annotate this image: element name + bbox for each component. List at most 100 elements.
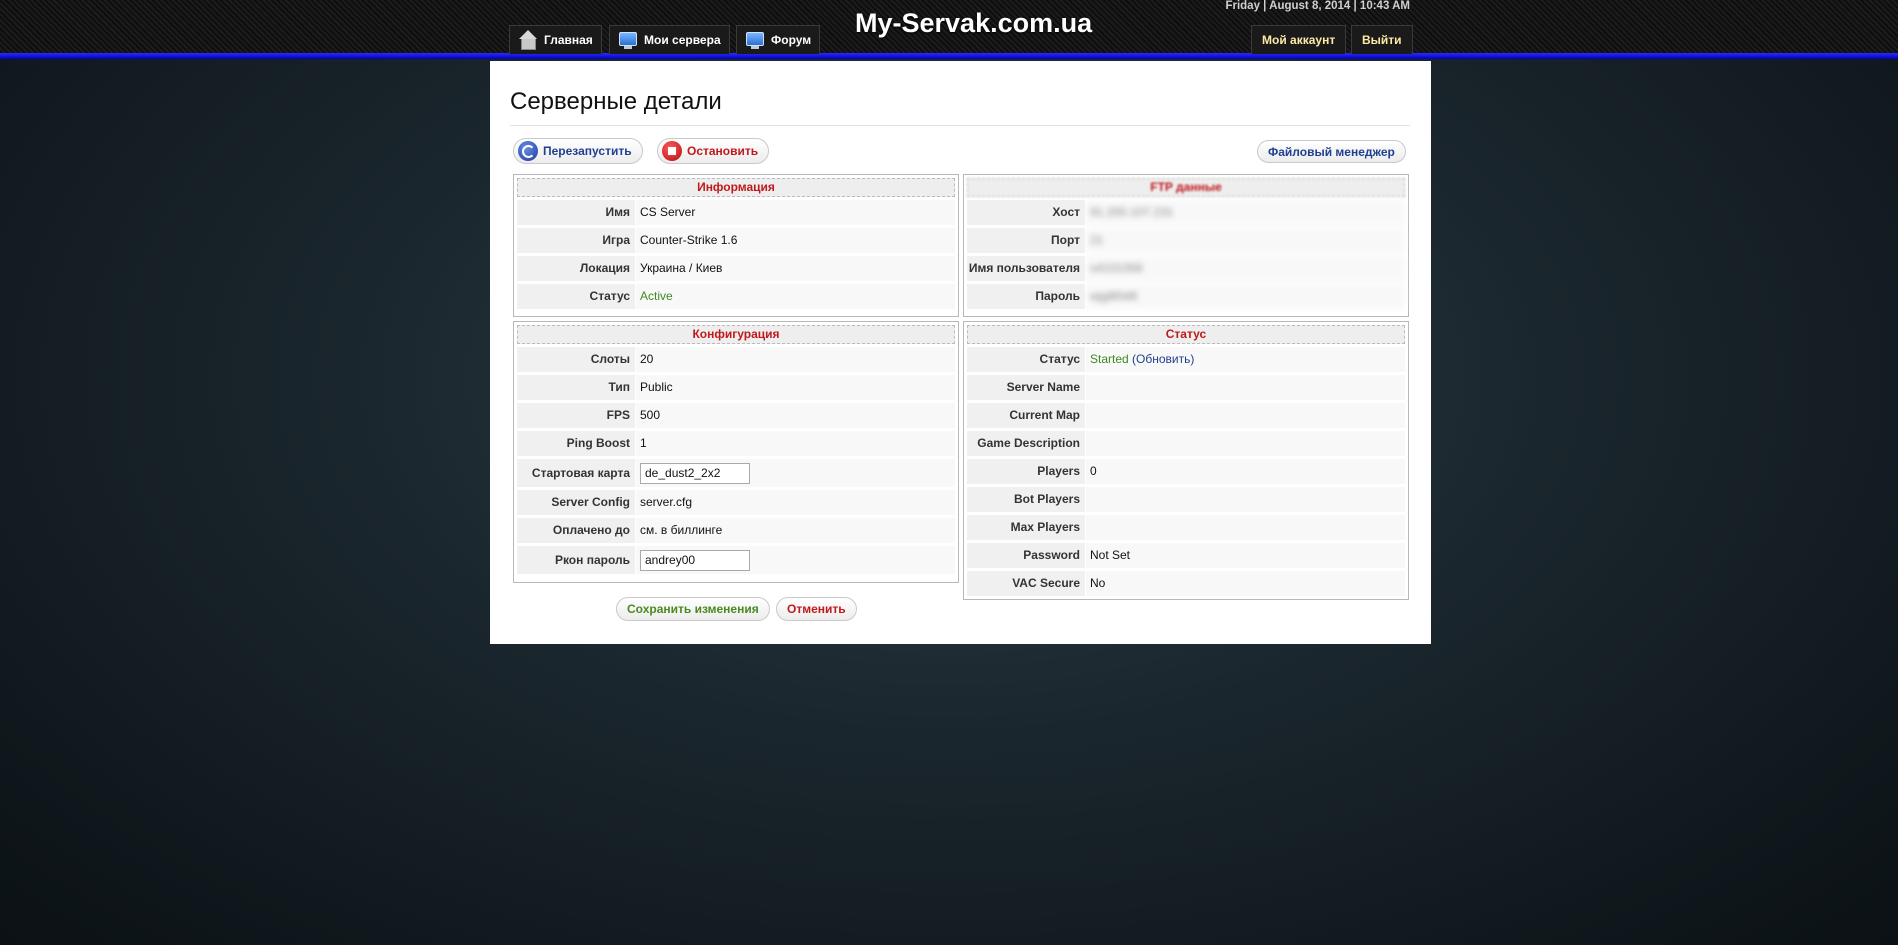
- info-location-label: Локация: [517, 256, 635, 281]
- nav-home-button[interactable]: Главная: [509, 25, 602, 54]
- site-title[interactable]: My-Servak.com.ua: [855, 8, 1092, 39]
- status-refresh-link[interactable]: (Обновить): [1132, 352, 1194, 366]
- info-row-location: Локация Украина / Киев: [517, 256, 955, 281]
- info-game-label: Игра: [517, 228, 635, 253]
- config-start-map-cell: [636, 459, 955, 487]
- status-row-players: Players 0: [967, 459, 1405, 484]
- status-state-label: Статус: [967, 347, 1085, 372]
- config-heading: Конфигурация: [517, 325, 955, 344]
- ftp-box: FTP данные Хост 91.200.107.231 Порт 21 И…: [963, 174, 1409, 317]
- ftp-password-label: Пароль: [967, 284, 1085, 309]
- status-heading: Статус: [967, 325, 1405, 344]
- nav-home-label: Главная: [544, 33, 593, 47]
- page-title: Серверные детали: [510, 88, 722, 115]
- refresh-icon: [518, 141, 538, 161]
- config-fps-label: FPS: [517, 403, 635, 428]
- info-status-value: Active: [636, 284, 955, 309]
- header-divider: [0, 53, 1898, 59]
- status-game-description-value: [1086, 431, 1405, 456]
- nav-my-servers-label: Мои сервера: [644, 33, 721, 47]
- status-row-server-name: Server Name: [967, 375, 1405, 400]
- status-current-map-label: Current Map: [967, 403, 1085, 428]
- cancel-button[interactable]: Отменить: [776, 597, 857, 621]
- status-max-players-value: [1086, 515, 1405, 540]
- status-row-password: Password Not Set: [967, 543, 1405, 568]
- monitor-icon: [618, 30, 638, 50]
- config-row-server-config: Server Config server.cfg: [517, 490, 955, 515]
- status-server-name-label: Server Name: [967, 375, 1085, 400]
- ftp-row-port: Порт 21: [967, 228, 1405, 253]
- stop-button[interactable]: Остановить: [657, 138, 770, 164]
- info-row-status: Статус Active: [517, 284, 955, 309]
- config-slots-value: 20: [636, 347, 955, 372]
- ftp-port-value: 21: [1086, 228, 1405, 253]
- status-max-players-label: Max Players: [967, 515, 1085, 540]
- server-details-panel: Серверные детали Перезапустить Остановит…: [490, 61, 1431, 644]
- ftp-heading: FTP данные: [967, 178, 1405, 197]
- nav-forum-label: Форум: [771, 33, 812, 47]
- status-box: Статус Статус Started (Обновить) Server …: [963, 321, 1409, 600]
- config-ping-boost-label: Ping Boost: [517, 431, 635, 456]
- info-status-label: Статус: [517, 284, 635, 309]
- config-row-paid-until: Оплачено до см. в биллинге: [517, 518, 955, 543]
- info-name-label: Имя: [517, 200, 635, 225]
- config-server-config-value: server.cfg: [636, 490, 955, 515]
- save-changes-button[interactable]: Сохранить изменения: [616, 597, 770, 621]
- info-heading: Информация: [517, 178, 955, 197]
- nav-my-servers-button[interactable]: Мои сервера: [609, 25, 730, 54]
- status-password-label: Password: [967, 543, 1085, 568]
- title-divider: [510, 125, 1410, 126]
- ftp-password-value: wjg8l0d6: [1086, 284, 1405, 309]
- config-server-config-label: Server Config: [517, 490, 635, 515]
- config-fps-value: 500: [636, 403, 955, 428]
- ftp-row-password: Пароль wjg8l0d6: [967, 284, 1405, 309]
- status-vac-secure-label: VAC Secure: [967, 571, 1085, 596]
- status-current-map-value: [1086, 403, 1405, 428]
- info-box: Информация Имя CS Server Игра Counter-St…: [513, 174, 959, 317]
- status-row-max-players: Max Players: [967, 515, 1405, 540]
- info-location-value: Украина / Киев: [636, 256, 955, 281]
- status-bot-players-value: [1086, 487, 1405, 512]
- ftp-row-host: Хост 91.200.107.231: [967, 200, 1405, 225]
- nav-forum-button[interactable]: Форум: [736, 25, 821, 54]
- header-datetime: Friday | August 8, 2014 | 10:43 AM: [1225, 0, 1410, 12]
- start-map-input[interactable]: [640, 462, 750, 484]
- restart-button[interactable]: Перезапустить: [513, 138, 643, 164]
- config-row-rcon: Ркон пароль: [517, 546, 955, 574]
- monitor-icon: [745, 30, 765, 50]
- logout-button[interactable]: Выйти: [1351, 25, 1413, 54]
- status-row-state: Статус Started (Обновить): [967, 347, 1405, 372]
- ftp-username-label: Имя пользователя: [967, 256, 1085, 281]
- status-row-bot-players: Bot Players: [967, 487, 1405, 512]
- config-type-label: Тип: [517, 375, 635, 400]
- status-row-vac-secure: VAC Secure No: [967, 571, 1405, 596]
- status-row-game-description: Game Description: [967, 431, 1405, 456]
- stop-label: Остановить: [687, 144, 759, 158]
- status-server-name-value: [1086, 375, 1405, 400]
- file-manager-button[interactable]: Файловый менеджер: [1257, 140, 1406, 163]
- ftp-host-value: 91.200.107.231: [1086, 200, 1405, 225]
- my-account-button[interactable]: Мой аккаунт: [1251, 25, 1347, 54]
- config-ping-boost-value: 1: [636, 431, 955, 456]
- status-state-value: Started: [1090, 352, 1129, 366]
- stop-icon: [662, 141, 682, 161]
- info-game-value: Counter-Strike 1.6: [636, 228, 955, 253]
- config-row-fps: FPS 500: [517, 403, 955, 428]
- config-type-value: Public: [636, 375, 955, 400]
- status-players-value: 0: [1086, 459, 1405, 484]
- ftp-username-value: s4101058: [1086, 256, 1405, 281]
- rcon-password-input[interactable]: [640, 549, 750, 571]
- restart-label: Перезапустить: [543, 144, 632, 158]
- config-slots-label: Слоты: [517, 347, 635, 372]
- status-password-value: Not Set: [1086, 543, 1405, 568]
- config-start-map-label: Стартовая карта: [517, 459, 635, 487]
- status-game-description-label: Game Description: [967, 431, 1085, 456]
- ftp-row-username: Имя пользователя s4101058: [967, 256, 1405, 281]
- config-box: Конфигурация Слоты 20 Тип Public FPS 500…: [513, 321, 959, 583]
- status-state-cell: Started (Обновить): [1086, 347, 1405, 372]
- config-rcon-cell: [636, 546, 955, 574]
- config-rcon-label: Ркон пароль: [517, 546, 635, 574]
- config-row-slots: Слоты 20: [517, 347, 955, 372]
- config-row-start-map: Стартовая карта: [517, 459, 955, 487]
- config-paid-until-value: см. в биллинге: [636, 518, 955, 543]
